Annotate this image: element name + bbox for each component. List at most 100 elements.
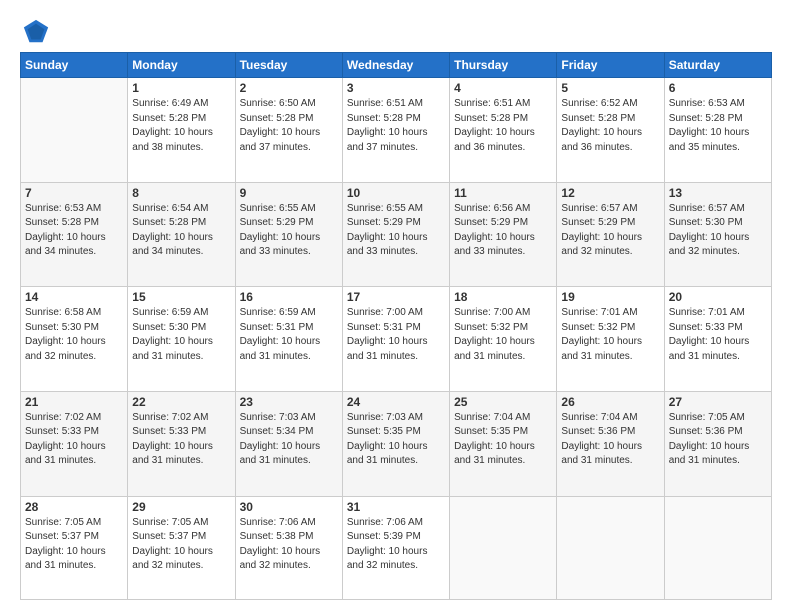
day-number: 15 xyxy=(132,290,230,304)
day-info: Sunrise: 7:00 AMSunset: 5:31 PMDaylight:… xyxy=(347,306,445,364)
day-number: 16 xyxy=(240,290,338,304)
day-info: Sunrise: 6:55 AMSunset: 5:29 PMDaylight:… xyxy=(240,202,338,260)
logo-flag-icon xyxy=(22,18,50,46)
calendar-day-cell: 18 Sunrise: 7:00 AMSunset: 5:32 PMDayligh… xyxy=(450,287,557,392)
day-number: 10 xyxy=(347,186,445,200)
calendar-day-cell xyxy=(664,496,771,599)
day-number: 5 xyxy=(561,81,659,95)
calendar-day-cell: 15 Sunrise: 6:59 AMSunset: 5:30 PMDayligh… xyxy=(128,287,235,392)
day-info: Sunrise: 7:04 AMSunset: 5:35 PMDaylight:… xyxy=(454,411,552,469)
calendar-day-cell: 27 Sunrise: 7:05 AMSunset: 5:36 PMDayligh… xyxy=(664,391,771,496)
weekday-header-cell: Monday xyxy=(128,53,235,78)
day-info: Sunrise: 6:53 AMSunset: 5:28 PMDaylight:… xyxy=(669,97,767,155)
page: SundayMondayTuesdayWednesdayThursdayFrid… xyxy=(0,0,792,612)
calendar-day-cell: 6 Sunrise: 6:53 AMSunset: 5:28 PMDaylight… xyxy=(664,78,771,183)
day-info: Sunrise: 7:03 AMSunset: 5:34 PMDaylight:… xyxy=(240,411,338,469)
calendar-day-cell: 10 Sunrise: 6:55 AMSunset: 5:29 PMDayligh… xyxy=(342,182,449,287)
day-number: 4 xyxy=(454,81,552,95)
calendar-day-cell: 29 Sunrise: 7:05 AMSunset: 5:37 PMDayligh… xyxy=(128,496,235,599)
day-info: Sunrise: 7:06 AMSunset: 5:39 PMDaylight:… xyxy=(347,516,445,574)
day-number: 23 xyxy=(240,395,338,409)
day-info: Sunrise: 6:49 AMSunset: 5:28 PMDaylight:… xyxy=(132,97,230,155)
calendar-day-cell: 16 Sunrise: 6:59 AMSunset: 5:31 PMDayligh… xyxy=(235,287,342,392)
calendar-day-cell: 28 Sunrise: 7:05 AMSunset: 5:37 PMDayligh… xyxy=(21,496,128,599)
day-number: 22 xyxy=(132,395,230,409)
day-number: 19 xyxy=(561,290,659,304)
day-info: Sunrise: 6:53 AMSunset: 5:28 PMDaylight:… xyxy=(25,202,123,260)
logo xyxy=(20,18,50,42)
calendar-week-row: 21 Sunrise: 7:02 AMSunset: 5:33 PMDayligh… xyxy=(21,391,772,496)
day-info: Sunrise: 6:55 AMSunset: 5:29 PMDaylight:… xyxy=(347,202,445,260)
calendar-day-cell: 31Sunrise: 7:06 AMSunset: 5:39 PMDayligh… xyxy=(342,496,449,599)
calendar-day-cell: 22 Sunrise: 7:02 AMSunset: 5:33 PMDayligh… xyxy=(128,391,235,496)
day-number: 30 xyxy=(240,500,338,514)
calendar-week-row: 7 Sunrise: 6:53 AMSunset: 5:28 PMDaylight… xyxy=(21,182,772,287)
calendar-week-row: 28 Sunrise: 7:05 AMSunset: 5:37 PMDayligh… xyxy=(21,496,772,599)
calendar-day-cell: 11 Sunrise: 6:56 AMSunset: 5:29 PMDayligh… xyxy=(450,182,557,287)
calendar-day-cell: 23 Sunrise: 7:03 AMSunset: 5:34 PMDayligh… xyxy=(235,391,342,496)
day-number: 6 xyxy=(669,81,767,95)
day-number: 29 xyxy=(132,500,230,514)
day-info: Sunrise: 6:50 AMSunset: 5:28 PMDaylight:… xyxy=(240,97,338,155)
day-info: Sunrise: 7:05 AMSunset: 5:37 PMDaylight:… xyxy=(132,516,230,574)
day-info: Sunrise: 6:59 AMSunset: 5:30 PMDaylight:… xyxy=(132,306,230,364)
header xyxy=(20,18,772,42)
day-number: 28 xyxy=(25,500,123,514)
day-info: Sunrise: 7:02 AMSunset: 5:33 PMDaylight:… xyxy=(25,411,123,469)
day-info: Sunrise: 7:06 AMSunset: 5:38 PMDaylight:… xyxy=(240,516,338,574)
day-info: Sunrise: 7:01 AMSunset: 5:33 PMDaylight:… xyxy=(669,306,767,364)
day-info: Sunrise: 7:04 AMSunset: 5:36 PMDaylight:… xyxy=(561,411,659,469)
weekday-header-cell: Friday xyxy=(557,53,664,78)
day-info: Sunrise: 6:57 AMSunset: 5:30 PMDaylight:… xyxy=(669,202,767,260)
calendar-day-cell: 24 Sunrise: 7:03 AMSunset: 5:35 PMDayligh… xyxy=(342,391,449,496)
calendar-day-cell: 25 Sunrise: 7:04 AMSunset: 5:35 PMDayligh… xyxy=(450,391,557,496)
day-number: 7 xyxy=(25,186,123,200)
day-info: Sunrise: 7:05 AMSunset: 5:36 PMDaylight:… xyxy=(669,411,767,469)
calendar-day-cell: 30 Sunrise: 7:06 AMSunset: 5:38 PMDayligh… xyxy=(235,496,342,599)
day-info: Sunrise: 7:03 AMSunset: 5:35 PMDaylight:… xyxy=(347,411,445,469)
day-number: 25 xyxy=(454,395,552,409)
day-number: 13 xyxy=(669,186,767,200)
calendar-day-cell: 2 Sunrise: 6:50 AMSunset: 5:28 PMDaylight… xyxy=(235,78,342,183)
day-info: Sunrise: 6:51 AMSunset: 5:28 PMDaylight:… xyxy=(454,97,552,155)
calendar-week-row: 14Sunrise: 6:58 AMSunset: 5:30 PMDayligh… xyxy=(21,287,772,392)
day-info: Sunrise: 6:56 AMSunset: 5:29 PMDaylight:… xyxy=(454,202,552,260)
day-number: 21 xyxy=(25,395,123,409)
weekday-header-cell: Saturday xyxy=(664,53,771,78)
day-info: Sunrise: 6:54 AMSunset: 5:28 PMDaylight:… xyxy=(132,202,230,260)
calendar-day-cell: 1 Sunrise: 6:49 AMSunset: 5:28 PMDaylight… xyxy=(128,78,235,183)
day-info: Sunrise: 6:57 AMSunset: 5:29 PMDaylight:… xyxy=(561,202,659,260)
day-number: 24 xyxy=(347,395,445,409)
calendar-day-cell: 5Sunrise: 6:52 AMSunset: 5:28 PMDaylight… xyxy=(557,78,664,183)
calendar-day-cell: 7 Sunrise: 6:53 AMSunset: 5:28 PMDaylight… xyxy=(21,182,128,287)
day-number: 27 xyxy=(669,395,767,409)
calendar-day-cell xyxy=(450,496,557,599)
day-number: 12 xyxy=(561,186,659,200)
calendar-day-cell: 19 Sunrise: 7:01 AMSunset: 5:32 PMDayligh… xyxy=(557,287,664,392)
day-number: 9 xyxy=(240,186,338,200)
weekday-header-cell: Tuesday xyxy=(235,53,342,78)
weekday-header-cell: Wednesday xyxy=(342,53,449,78)
day-number: 1 xyxy=(132,81,230,95)
calendar-day-cell: 21 Sunrise: 7:02 AMSunset: 5:33 PMDayligh… xyxy=(21,391,128,496)
day-number: 2 xyxy=(240,81,338,95)
weekday-header-cell: Thursday xyxy=(450,53,557,78)
calendar-day-cell: 4 Sunrise: 6:51 AMSunset: 5:28 PMDaylight… xyxy=(450,78,557,183)
day-number: 11 xyxy=(454,186,552,200)
day-number: 3 xyxy=(347,81,445,95)
day-info: Sunrise: 7:05 AMSunset: 5:37 PMDaylight:… xyxy=(25,516,123,574)
day-number: 18 xyxy=(454,290,552,304)
calendar-day-cell: 3Sunrise: 6:51 AMSunset: 5:28 PMDaylight… xyxy=(342,78,449,183)
calendar-table: SundayMondayTuesdayWednesdayThursdayFrid… xyxy=(20,52,772,600)
day-number: 20 xyxy=(669,290,767,304)
calendar-day-cell: 14Sunrise: 6:58 AMSunset: 5:30 PMDayligh… xyxy=(21,287,128,392)
day-info: Sunrise: 6:59 AMSunset: 5:31 PMDaylight:… xyxy=(240,306,338,364)
day-info: Sunrise: 7:02 AMSunset: 5:33 PMDaylight:… xyxy=(132,411,230,469)
day-info: Sunrise: 7:01 AMSunset: 5:32 PMDaylight:… xyxy=(561,306,659,364)
day-info: Sunrise: 7:00 AMSunset: 5:32 PMDaylight:… xyxy=(454,306,552,364)
calendar-day-cell xyxy=(21,78,128,183)
calendar-day-cell: 17Sunrise: 7:00 AMSunset: 5:31 PMDayligh… xyxy=(342,287,449,392)
day-number: 14 xyxy=(25,290,123,304)
calendar-day-cell: 12 Sunrise: 6:57 AMSunset: 5:29 PMDayligh… xyxy=(557,182,664,287)
day-number: 26 xyxy=(561,395,659,409)
